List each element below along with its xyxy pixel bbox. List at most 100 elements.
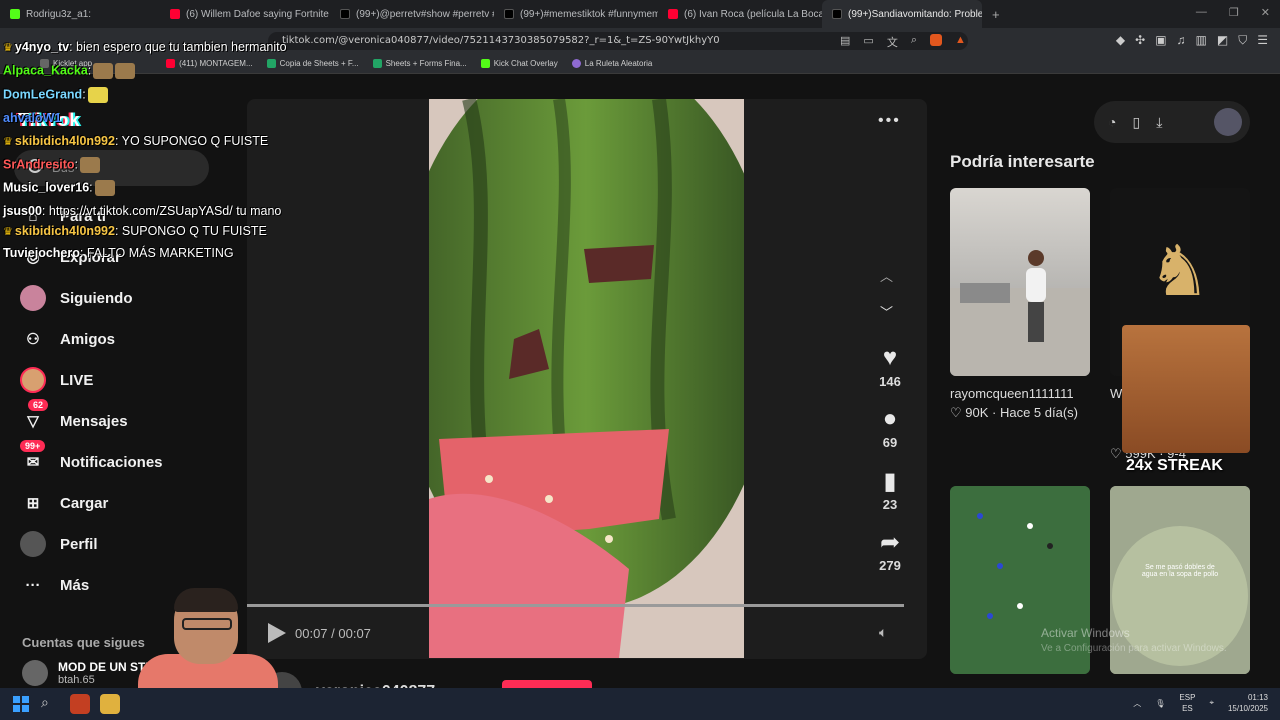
tab-label: (6) Ivan Roca (película La Boca del lo (684, 8, 822, 20)
chevron-up-icon[interactable]: ︿ (880, 266, 893, 285)
sidebar-item-live[interactable]: LIVE (20, 365, 93, 395)
windows-taskbar: ⌕ ︿ 🎙︎ ESP ES ⌖ 01:13 15/10/2025 (0, 688, 1280, 720)
sidebar-item-label: Notificaciones (60, 453, 163, 471)
rewards-icon[interactable]: ▲ (955, 34, 966, 50)
cast-icon[interactable]: ▭ (863, 34, 873, 50)
reader-mode-icon[interactable]: ▤ (840, 34, 850, 50)
card-username[interactable]: W (1110, 386, 1122, 401)
emote-icon (115, 63, 136, 79)
chat-message: DomLeGrand: (3, 87, 108, 103)
chevron-up-icon[interactable]: ︿ (1133, 698, 1141, 709)
browser-tab[interactable]: (6) Willem Dafoe saying Fortnite (HD (160, 0, 330, 28)
browser-tab[interactable]: (6) Ivan Roca (película La Boca del lo (658, 0, 822, 28)
card-username[interactable]: rayomcqueen1111111 (950, 386, 1074, 401)
sidebar-item-mas[interactable]: ··· Más (20, 570, 90, 600)
chat-text: : FALTO MÁS MARKETING (79, 246, 234, 260)
network-icon[interactable]: ⌖ (1209, 698, 1214, 708)
sidebar-item-label: Mensajes (60, 412, 128, 430)
chat-username: skibidich4l0n992 (14, 134, 115, 148)
browser-tab-bar: Rodrigu3z_a1: (6) Willem Dafoe saying Fo… (0, 0, 1280, 28)
search-icon[interactable]: ⌕ (41, 694, 61, 714)
download-icon[interactable]: ⤓ (1156, 114, 1162, 131)
streak-emote-image (1122, 325, 1250, 453)
sidebar-item-label: Perfil (60, 535, 98, 553)
profile-avatar-icon (20, 531, 46, 557)
brave-shield-icon[interactable] (929, 34, 942, 46)
sidebar-item-notificaciones[interactable]: ✉ 99+ Notificaciones (20, 440, 163, 477)
volume-icon[interactable]: 🔈︎ (879, 624, 887, 641)
microphone-icon[interactable]: 🎙︎ (1155, 699, 1165, 708)
avatar[interactable] (1214, 108, 1242, 136)
browser-tab-active[interactable]: (99+)Sandiavomitando: Problem✕ (822, 0, 982, 28)
wallet-icon[interactable]: ◩ (1217, 33, 1228, 48)
bookmark-button[interactable]: ▮ 23 (866, 467, 914, 512)
windows-start-icon[interactable] (13, 696, 29, 712)
translate-icon[interactable]: 文 (887, 34, 898, 50)
browser-tab[interactable]: (99+)@perretv#show #perretv #viral (330, 0, 494, 28)
notifications-badge: 99+ (20, 440, 46, 452)
music-icon[interactable]: ♫ (1177, 33, 1186, 48)
bookmark-label: La Ruleta Aleatoria (584, 59, 653, 68)
chat-username: Alpaca_Kacka (3, 63, 88, 78)
sidebar-item-amigos[interactable]: ⚇ Amigos (20, 324, 115, 354)
messages-badge: 62 (28, 399, 49, 411)
address-bar-icons: ▤ ▭ 文 ⌕ ▲ (840, 34, 966, 50)
minimize-icon[interactable]: — (1196, 6, 1207, 19)
screenshot-icon[interactable]: ▣ (1155, 33, 1166, 48)
sidebar-icon[interactable]: ▥ (1196, 33, 1207, 48)
chat-message: ahvaloW1 (3, 111, 61, 125)
bookmark-label: Sheets + Forms Fina... (385, 59, 467, 68)
messages-icon: ▽ 62 (20, 399, 49, 434)
like-button[interactable]: ♥ 146 (866, 344, 914, 389)
chat-username: SrAndresito (3, 157, 75, 172)
language-indicator[interactable]: ESP ES (1179, 692, 1195, 714)
sidebar-item-label: Siguiendo (60, 289, 133, 307)
chat-username: ahvaloW1 (3, 111, 62, 125)
chat-text: : (89, 180, 93, 195)
chat-message: SrAndresito: (3, 157, 101, 173)
maximize-icon[interactable]: ❐ (1229, 6, 1239, 19)
chat-username: Music_lover16 (3, 180, 90, 195)
video-frame[interactable] (429, 99, 744, 658)
clock[interactable]: 01:13 15/10/2025 (1228, 692, 1268, 714)
brave-browser-icon[interactable] (70, 694, 90, 714)
chat-message: Alpaca_Kacka: (3, 63, 136, 79)
clock-time: 01:13 (1247, 693, 1268, 702)
device-icon[interactable]: ▯ (1132, 114, 1140, 131)
new-tab-button[interactable]: + (982, 0, 1010, 28)
file-explorer-icon[interactable] (100, 694, 120, 714)
bookmark[interactable]: La Ruleta Aleatoria (571, 59, 653, 68)
bookmark[interactable]: Copia de Sheets + F... (266, 59, 359, 68)
sidebar-item-siguiendo[interactable]: Siguiendo (20, 283, 133, 313)
extension-icon[interactable]: ◆ (1116, 33, 1125, 48)
chat-message: jsus00: https://vt.tiktok.com/ZSUapYASd/… (3, 204, 281, 218)
comment-button[interactable]: ● 69 (866, 405, 914, 450)
keyboard-layout: ES (1182, 704, 1193, 713)
sidebar-item-perfil[interactable]: Perfil (20, 529, 98, 559)
clock-date: 15/10/2025 (1227, 704, 1268, 713)
crown-icon: ♛ (3, 136, 13, 148)
chat-message: ♛ skibidich4l0n992: SUPONGO Q TU FUISTE (3, 224, 267, 238)
coins-icon[interactable]: ◔ (1108, 114, 1116, 130)
sidebar-item-cargar[interactable]: ⊞ Cargar (20, 488, 109, 518)
menu-icon[interactable]: ☰ (1257, 33, 1268, 48)
puzzle-icon[interactable]: ✣ (1135, 33, 1145, 48)
webcam-overlay (130, 588, 350, 694)
bookmark[interactable]: Kick Chat Overlay (480, 59, 558, 68)
browser-tab[interactable]: Rodrigu3z_a1: (0, 0, 160, 28)
vpn-icon[interactable]: ⛉ (1238, 33, 1247, 48)
recommend-card[interactable] (950, 188, 1090, 376)
chat-username: y4nyo_tv (14, 40, 70, 54)
chevron-down-icon[interactable]: ﹀ (880, 302, 893, 321)
streak-text: 24x STREAK (1126, 457, 1223, 474)
share-button[interactable]: ➦ 279 (866, 528, 914, 573)
close-window-icon[interactable]: ✕ (1261, 6, 1270, 19)
watermelon-video-image (429, 99, 744, 658)
card-thumbnail (950, 250, 1090, 376)
sidebar-item-mensajes[interactable]: ▽ 62 Mensajes (20, 399, 128, 436)
browser-tab[interactable]: (99+)#memestiktok #funnymemes # (494, 0, 658, 28)
bookmark[interactable]: Sheets + Forms Fina... (372, 59, 467, 68)
more-options-icon[interactable]: ••• (878, 112, 901, 130)
bookmark[interactable]: (411) MONTAGEM... (166, 59, 253, 68)
zoom-icon[interactable]: ⌕ (911, 34, 917, 50)
